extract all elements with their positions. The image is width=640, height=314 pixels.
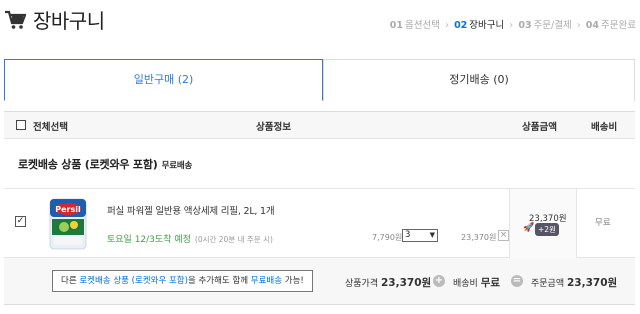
chevron-right-icon: › xyxy=(445,20,450,31)
rocket-delivery-group: 로켓배송 상품 (로켓와우 포함) 무료배송 xyxy=(4,139,635,189)
product-name[interactable]: 퍼실 파워젤 일반용 액상세제 리필, 2L, 1개 xyxy=(107,203,275,217)
select-all-checkbox[interactable] xyxy=(16,120,26,130)
step-4: 04 주문완료 xyxy=(585,20,636,31)
free-shipping-notice: 다른 로켓배송 상품 (로켓와우 포함)을 추가해도 함께 무료배송 가능! xyxy=(52,270,313,292)
checkout-steps: 01 옵션선택 › 02 장바구니 › 03 주문/결제 › 04 주문완료 xyxy=(390,17,636,31)
page-title: 장바구니 xyxy=(33,9,105,33)
order-summary: 다른 로켓배송 상품 (로켓와우 포함)을 추가해도 함께 무료배송 가능! 상… xyxy=(4,258,635,305)
chevron-down-icon: ▼ xyxy=(429,231,435,239)
plus-icon: + xyxy=(433,275,445,287)
purchase-tabs: 일반구매 (2) 정기배송 (0) xyxy=(4,59,635,101)
rocket-products-link[interactable]: 로켓배송 상품 (로켓와우 포함) xyxy=(79,276,188,286)
product-info-header: 상품정보 xyxy=(256,122,291,133)
remove-item-button[interactable]: × xyxy=(498,230,509,241)
item-checkbox[interactable]: ✓ xyxy=(15,216,26,227)
cart-item-row: ✓ Persil 퍼실 파워젤 일반용 액상세제 리필, 2L, 1개 토요일 … xyxy=(4,189,635,258)
page-header: 장바구니 01 옵션선택 › 02 장바구니 › 03 주문/결제 › 04 주문완료 xyxy=(0,0,640,44)
cart-table-header: 전체선택 상품정보 상품금액 배송비 xyxy=(4,111,635,139)
item-shipping: 무료 xyxy=(595,218,611,228)
group-title: 로켓배송 상품 (로켓와우 포함) 무료배송 xyxy=(18,158,193,171)
step-1: 01 옵션선택 xyxy=(389,20,440,31)
item-amount-cell: 23,370원 🚀 +2원 xyxy=(509,189,577,258)
product-image[interactable]: Persil xyxy=(44,195,92,253)
free-shipping-label: 무료배송 xyxy=(161,161,193,171)
tab-subscription-delivery[interactable]: 정기배송 (0) xyxy=(323,59,635,101)
select-all-label[interactable]: 전체선택 xyxy=(33,119,68,133)
chevron-right-icon: › xyxy=(576,20,581,31)
unit-price: 7,790원 xyxy=(372,233,403,242)
step-2: 02 장바구니 xyxy=(454,20,505,31)
tab-regular-purchase[interactable]: 일반구매 (2) xyxy=(4,59,323,101)
delivery-estimate: 토요일 12/3도착 예정 (0시간 20분 내 주문 시) xyxy=(107,235,273,245)
amount-header: 상품금액 xyxy=(522,122,557,133)
chevron-right-icon: › xyxy=(509,20,514,31)
equals-icon: = xyxy=(511,275,523,287)
cart-icon xyxy=(5,10,26,29)
product-price-summary: 상품가격 23,370원 xyxy=(345,277,432,289)
svg-text:Persil: Persil xyxy=(55,205,81,214)
quantity-select[interactable]: 3 ▼ xyxy=(402,229,438,242)
shipping-header: 배송비 xyxy=(591,122,618,133)
line-price: 23,370원 xyxy=(461,233,497,242)
shipping-summary: 배송비 무료 xyxy=(453,277,501,289)
points-badge: +2원 xyxy=(535,223,559,236)
step-3: 03 주문/결제 xyxy=(518,20,572,31)
rocket-icon: 🚀 xyxy=(523,223,535,233)
total-summary: 주문금액 23,370원 xyxy=(531,277,618,289)
